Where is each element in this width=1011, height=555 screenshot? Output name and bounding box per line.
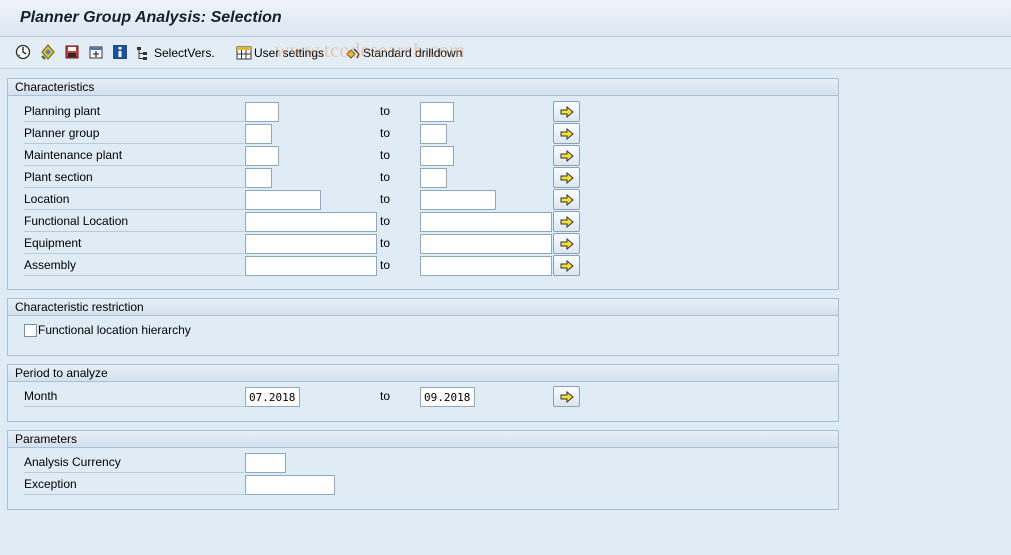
period-header: Period to analyze: [8, 365, 838, 382]
select-versions-label: SelectVers.: [154, 46, 215, 60]
to-label: to: [380, 258, 391, 272]
row-equipment: Equipment to: [8, 233, 838, 254]
to-label: to: [380, 170, 391, 184]
row-plant-section: Plant section to: [8, 167, 838, 188]
multiple-selection-button[interactable]: [553, 255, 580, 276]
parameters-group: Parameters Analysis Currency Exception: [7, 430, 839, 510]
save-variant-icon[interactable]: [64, 44, 80, 60]
row-maintenance-plant: Maintenance plant to: [8, 145, 838, 166]
row-functional-location-hierarchy: Functional location hierarchy: [8, 322, 838, 342]
parameters-header: Parameters: [8, 431, 838, 448]
multiple-selection-button[interactable]: [553, 123, 580, 144]
plant-section-label: Plant section: [24, 168, 244, 188]
planner-group-label: Planner group: [24, 124, 244, 144]
execute-icon[interactable]: [15, 44, 31, 60]
multiple-selection-button[interactable]: [553, 386, 580, 407]
assembly-to-input[interactable]: [420, 256, 552, 276]
to-label: to: [380, 389, 391, 403]
characteristics-header: Characteristics: [8, 79, 838, 96]
watermark: www.tcodesearch.com: [275, 40, 466, 62]
exception-input[interactable]: [245, 475, 335, 495]
arrow-right-icon: [560, 237, 574, 250]
multiple-selection-button[interactable]: [553, 233, 580, 254]
row-month: Month to: [8, 386, 838, 407]
to-label: to: [380, 192, 391, 206]
multiple-selection-button[interactable]: [553, 101, 580, 122]
row-planning-plant: Planning plant to: [8, 101, 838, 122]
row-assembly: Assembly to: [8, 255, 838, 276]
arrow-right-icon: [560, 215, 574, 228]
row-location: Location to: [8, 189, 838, 210]
planning-plant-from-input[interactable]: [245, 102, 279, 122]
functional-location-from-input[interactable]: [245, 212, 377, 232]
hierarchy-icon: [136, 45, 152, 61]
equipment-to-input[interactable]: [420, 234, 552, 254]
month-to-input[interactable]: [420, 387, 475, 407]
equipment-from-input[interactable]: [245, 234, 377, 254]
assembly-from-input[interactable]: [245, 256, 377, 276]
plant-section-from-input[interactable]: [245, 168, 272, 188]
period-group: Period to analyze Month to: [7, 364, 839, 422]
row-functional-location: Functional Location to: [8, 211, 838, 232]
functional-location-to-input[interactable]: [420, 212, 552, 232]
to-label: to: [380, 126, 391, 140]
row-exception: Exception: [8, 475, 838, 495]
maintenance-plant-label: Maintenance plant: [24, 146, 244, 166]
planning-plant-to-input[interactable]: [420, 102, 454, 122]
arrow-right-icon: [560, 127, 574, 140]
analysis-currency-input[interactable]: [245, 453, 286, 473]
plant-section-to-input[interactable]: [420, 168, 447, 188]
functional-location-hierarchy-checkbox[interactable]: [24, 324, 37, 337]
location-to-input[interactable]: [420, 190, 496, 210]
characteristics-group: Characteristics Planning plant to Planne…: [7, 78, 839, 290]
arrow-right-icon: [560, 193, 574, 206]
multiple-selection-button[interactable]: [553, 211, 580, 232]
row-analysis-currency: Analysis Currency: [8, 453, 838, 473]
info-icon[interactable]: [112, 44, 128, 60]
month-label: Month: [24, 387, 244, 407]
maintenance-plant-to-input[interactable]: [420, 146, 454, 166]
arrow-right-icon: [560, 171, 574, 184]
application-toolbar: SelectVers. User settings Standard drill…: [0, 37, 1011, 69]
functional-location-hierarchy-label: Functional location hierarchy: [38, 323, 191, 337]
get-variant-icon[interactable]: [40, 44, 56, 60]
to-label: to: [380, 104, 391, 118]
location-from-input[interactable]: [245, 190, 321, 210]
row-planner-group: Planner group to: [8, 123, 838, 144]
arrow-right-icon: [560, 390, 574, 403]
analysis-currency-label: Analysis Currency: [24, 453, 244, 473]
restriction-group: Characteristic restriction Functional lo…: [7, 298, 839, 356]
restriction-header: Characteristic restriction: [8, 299, 838, 316]
multiple-selection-button[interactable]: [553, 145, 580, 166]
multiple-selection-button[interactable]: [553, 189, 580, 210]
arrow-right-icon: [560, 149, 574, 162]
equipment-label: Equipment: [24, 234, 244, 254]
select-versions-button[interactable]: SelectVers.: [136, 44, 215, 62]
planning-plant-label: Planning plant: [24, 102, 244, 122]
location-label: Location: [24, 190, 244, 210]
multiple-selection-button[interactable]: [553, 167, 580, 188]
page-title: Planner Group Analysis: Selection: [20, 9, 282, 26]
arrow-right-icon: [560, 259, 574, 272]
month-from-input[interactable]: [245, 387, 300, 407]
planner-group-to-input[interactable]: [420, 124, 447, 144]
to-label: to: [380, 148, 391, 162]
functional-location-label: Functional Location: [24, 212, 244, 232]
planner-group-from-input[interactable]: [245, 124, 272, 144]
maintenance-plant-from-input[interactable]: [245, 146, 279, 166]
assembly-label: Assembly: [24, 256, 244, 276]
table-settings-icon: [236, 45, 252, 61]
to-label: to: [380, 236, 391, 250]
to-label: to: [380, 214, 391, 228]
exception-label: Exception: [24, 475, 244, 495]
expand-icon[interactable]: [88, 44, 104, 60]
title-bar: Planner Group Analysis: Selection: [0, 0, 1011, 37]
arrow-right-icon: [560, 105, 574, 118]
